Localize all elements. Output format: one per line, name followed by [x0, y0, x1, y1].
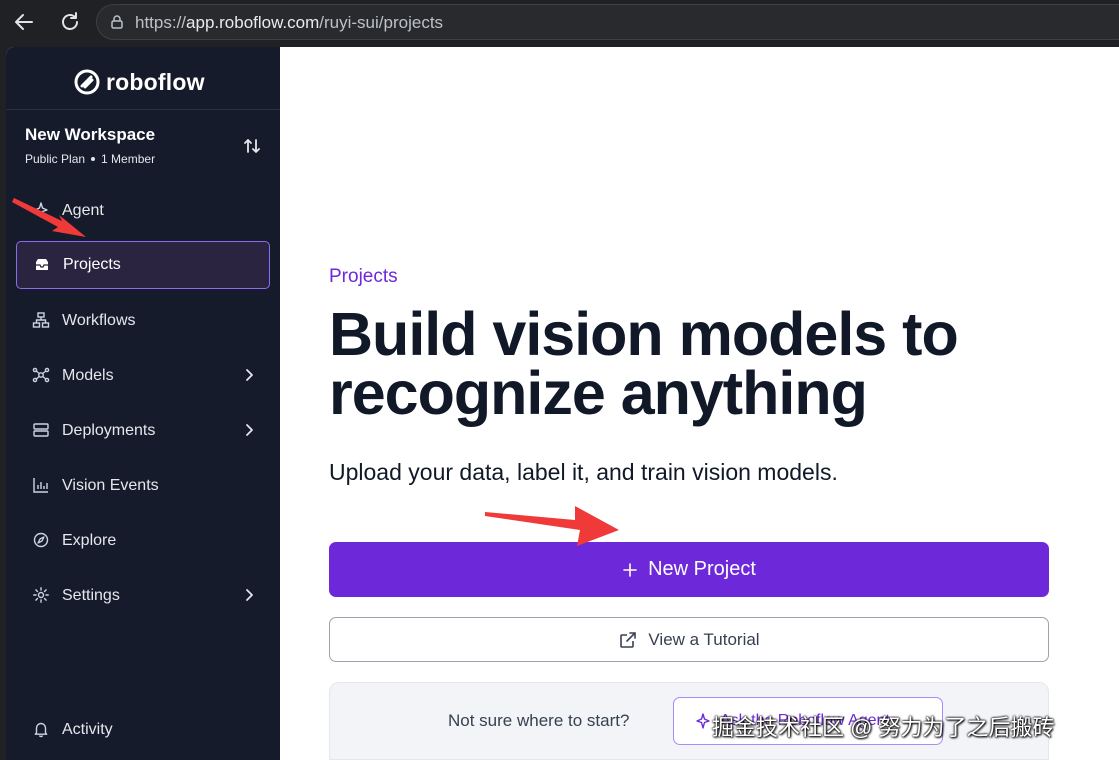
- workspace-members: 1 Member: [101, 152, 156, 166]
- page-title: Build vision models to recognize anythin…: [329, 300, 959, 427]
- main-content: Projects Build vision models to recogniz…: [280, 47, 1119, 760]
- workspace-plan: Public Plan: [25, 152, 86, 166]
- sidebar-item-deployments[interactable]: Deployments: [16, 407, 270, 455]
- swap-arrows-icon[interactable]: [242, 136, 262, 156]
- view-tutorial-button[interactable]: View a Tutorial: [329, 617, 1049, 662]
- sidebar-item-explore[interactable]: Explore: [16, 517, 270, 565]
- compass-icon: [33, 532, 49, 548]
- network-icon: [32, 367, 50, 383]
- external-link-icon: [620, 631, 637, 648]
- watermark-text: 掘金技术社区 @ 努力为了之后搬砖: [712, 715, 1055, 740]
- sidebar-item-label: Models: [62, 367, 114, 384]
- sparkle-icon: [696, 713, 710, 729]
- app-window: roboflow New Workspace Public Plan 1 Mem…: [6, 47, 1119, 760]
- workspace-name: New Workspace: [25, 125, 156, 144]
- browser-toolbar: https://app.roboflow.com/ruyi-sui/projec…: [0, 0, 1119, 44]
- inbox-icon: [36, 259, 48, 270]
- page-eyebrow: Projects: [329, 266, 398, 287]
- sidebar-item-workflows[interactable]: Workflows: [16, 297, 270, 345]
- new-project-button[interactable]: New Project: [329, 542, 1049, 597]
- roboflow-logo[interactable]: roboflow: [74, 67, 205, 97]
- sidebar-item-projects[interactable]: Projects: [16, 241, 270, 289]
- reload-icon[interactable]: [56, 8, 84, 36]
- chevron-right-icon: [246, 424, 253, 436]
- sidebar-item-label: Projects: [63, 256, 121, 273]
- sidebar-item-label: Explore: [62, 532, 117, 549]
- chevron-right-icon: [246, 369, 253, 381]
- helper-question: Not sure where to start?: [448, 711, 630, 730]
- sidebar-item-settings[interactable]: Settings: [16, 572, 270, 620]
- sidebar-divider: [6, 109, 280, 110]
- sidebar-item-label: Workflows: [62, 312, 136, 329]
- bar-chart-icon: [33, 478, 48, 493]
- lock-icon[interactable]: [109, 14, 125, 30]
- sidebar-item-activity[interactable]: Activity: [16, 706, 270, 754]
- server-icon: [33, 423, 49, 437]
- sidebar-item-models[interactable]: Models: [16, 352, 270, 400]
- sidebar: roboflow New Workspace Public Plan 1 Mem…: [6, 47, 280, 760]
- annotation-arrow-new-project: [485, 506, 619, 546]
- workflow-icon: [32, 312, 50, 328]
- plus-icon: [623, 562, 637, 577]
- sidebar-item-label: Deployments: [62, 422, 156, 439]
- chevron-right-icon: [246, 589, 253, 601]
- view-tutorial-label: View a Tutorial: [648, 629, 760, 649]
- annotation-arrow-projects: [12, 198, 86, 237]
- page-subtitle: Upload your data, label it, and train vi…: [329, 459, 838, 485]
- logo-text: roboflow: [106, 68, 205, 95]
- url-text: https://app.roboflow.com/ruyi-sui/projec…: [135, 13, 444, 32]
- back-arrow-icon[interactable]: [10, 8, 38, 36]
- gear-icon: [33, 587, 49, 603]
- sidebar-item-label: Activity: [62, 721, 113, 738]
- sidebar-item-vision-events[interactable]: Vision Events: [16, 462, 270, 510]
- workspace-switcher[interactable]: New Workspace Public Plan 1 Member: [25, 125, 265, 173]
- roboflow-logo-icon: [74, 69, 100, 95]
- workspace-meta: Public Plan 1 Member: [25, 152, 265, 166]
- bell-icon: [34, 722, 48, 738]
- new-project-label: New Project: [648, 558, 756, 580]
- sidebar-item-label: Settings: [62, 587, 120, 604]
- address-bar[interactable]: https://app.roboflow.com/ruyi-sui/projec…: [96, 4, 1119, 40]
- sidebar-item-label: Vision Events: [62, 477, 159, 494]
- separator-dot: [91, 157, 96, 161]
